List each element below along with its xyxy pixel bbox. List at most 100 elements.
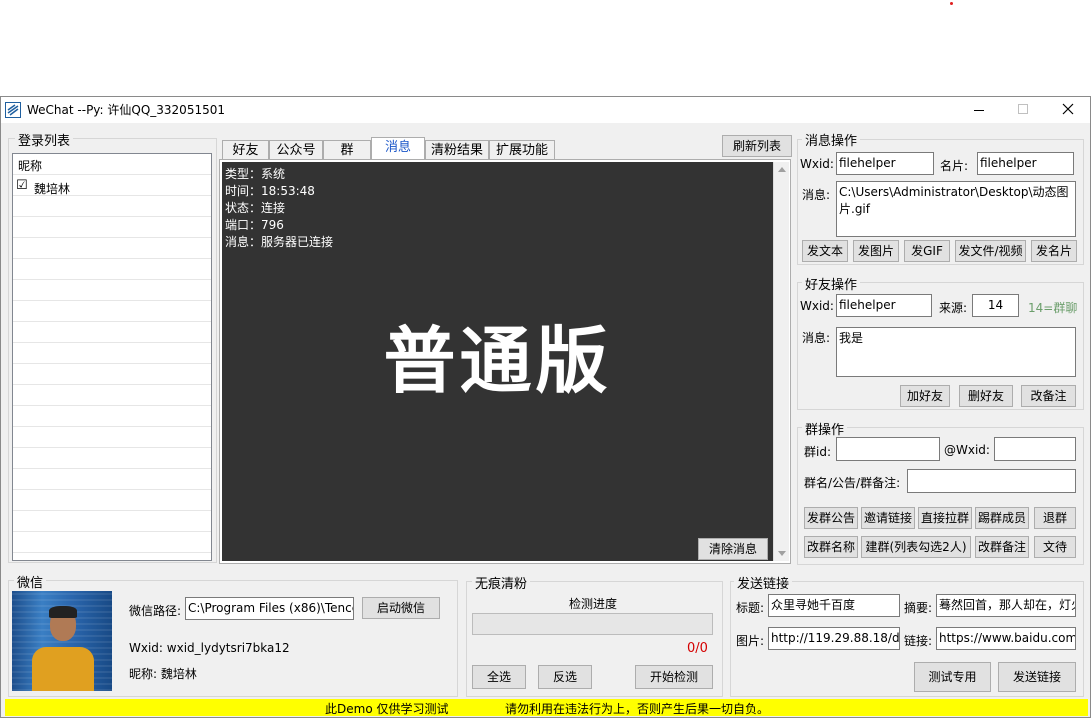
link-title-label: 标题:: [736, 601, 765, 615]
send-link-button[interactable]: 发送链接: [998, 662, 1076, 692]
rename-group-button[interactable]: 改群名称: [804, 536, 858, 558]
tab-extensions[interactable]: 扩展功能: [489, 140, 555, 160]
maximize-button[interactable]: [1003, 97, 1043, 123]
group-name-label: 群名/公告/群备注:: [804, 476, 901, 490]
test-only-button[interactable]: 测试专用: [914, 662, 991, 692]
source-input[interactable]: 14: [972, 294, 1019, 317]
refresh-list-button[interactable]: 刷新列表: [722, 135, 792, 157]
image-url-label: 图片:: [736, 634, 765, 648]
wxid-info: Wxid: wxid_lydytsri7bka12: [129, 641, 290, 655]
quit-group-button[interactable]: 退群: [1034, 507, 1076, 529]
maximize-icon: [1018, 104, 1028, 114]
msg-content-label: 消息:: [802, 188, 831, 202]
nickname-info: 昵称: 魏培林: [129, 667, 197, 681]
tab-official-accounts[interactable]: 公众号: [269, 140, 323, 160]
progress-bar: [472, 613, 713, 635]
wechat-title: 微信: [14, 572, 47, 591]
delete-friend-button[interactable]: 删好友: [959, 385, 1013, 407]
kick-member-button[interactable]: 踢群成员: [975, 507, 1029, 529]
tab-messages[interactable]: 消息: [371, 137, 425, 160]
msg-content-input[interactable]: C:\Users\Administrator\Desktop\动态图片.gif: [836, 181, 1076, 237]
select-all-button[interactable]: 全选: [472, 665, 526, 689]
invert-selection-button[interactable]: 反选: [538, 665, 592, 689]
friend-ops-title: 好友操作: [802, 274, 861, 293]
title-bar: WeChat --Py: 许仙QQ_332051501: [1, 97, 1090, 123]
add-friend-button[interactable]: 加好友: [900, 385, 950, 407]
message-log[interactable]: 类型：系统 时间：18:53:48 状态：连接 端口：796 消息：服务器已连接…: [222, 162, 773, 561]
friend-wxid-label: Wxid:: [800, 299, 834, 313]
start-wechat-button[interactable]: 启动微信: [362, 597, 440, 619]
link-url-input[interactable]: https://www.baidu.com/: [936, 627, 1076, 650]
send-link-title: 发送链接: [734, 573, 793, 592]
tab-label: 群: [340, 143, 354, 158]
card-label: 名片:: [940, 159, 969, 173]
link-url-label: 链接:: [904, 634, 933, 648]
group-name-input[interactable]: [907, 469, 1076, 493]
groupid-label: 群id:: [804, 445, 831, 459]
status-demo-text: 此Demo 仅供学习测试: [325, 702, 449, 716]
watermark: 普通版: [383, 319, 612, 403]
clean-title: 无痕清粉: [472, 573, 531, 592]
stray-dot: [950, 2, 953, 5]
tab-label: 消息: [384, 140, 411, 155]
edit-remark-button[interactable]: 改备注: [1021, 385, 1076, 407]
msg-wxid-label: Wxid:: [800, 157, 834, 171]
clear-messages-button[interactable]: 清除消息: [698, 538, 768, 560]
friend-wxid-input[interactable]: filehelper: [836, 294, 932, 317]
wechat-path-input[interactable]: C:\Program Files (x86)\Tencent: [185, 597, 354, 620]
link-title-input[interactable]: 众里寻她千百度: [768, 594, 900, 617]
groupid-input[interactable]: [836, 437, 940, 461]
tab-clean-results[interactable]: 清粉结果: [425, 140, 489, 160]
msg-wxid-input[interactable]: filehelper: [836, 152, 934, 175]
group-ops-title: 群操作: [802, 419, 848, 438]
start-detect-button[interactable]: 开始检测: [635, 665, 713, 689]
status-bar: 此Demo 仅供学习测试 请勿利用在违法行为上，否则产生后果一切自负。: [5, 699, 1088, 716]
log-line: 端口：796: [225, 218, 284, 232]
at-wxid-input[interactable]: [994, 437, 1076, 461]
log-line: 消息：服务器已连接: [225, 235, 334, 249]
scroll-up-icon[interactable]: [778, 167, 786, 172]
message-ops-title: 消息操作: [802, 130, 861, 149]
progress-label: 检测进度: [569, 597, 618, 611]
log-line: 类型：系统: [225, 167, 286, 181]
summary-input[interactable]: 蓦然回首，那人却在，灯火阑珊处: [936, 594, 1076, 617]
invite-link-button[interactable]: 邀请链接: [861, 507, 915, 529]
scroll-down-icon[interactable]: [778, 551, 786, 556]
friend-msg-label: 消息:: [802, 331, 831, 345]
send-image-button[interactable]: 发图片: [853, 240, 899, 262]
at-wxid-label: @Wxid:: [944, 443, 990, 457]
minimize-button[interactable]: [959, 97, 999, 123]
create-group-button[interactable]: 建群(列表勾选2人): [861, 536, 971, 558]
card-input[interactable]: filehelper: [977, 152, 1074, 175]
wechat-path-label: 微信路径:: [129, 604, 182, 618]
list-header-nickname: 昵称: [18, 159, 43, 173]
post-announcement-button[interactable]: 发群公告: [804, 507, 858, 529]
minimize-icon: [974, 110, 984, 111]
tab-groups[interactable]: 群: [323, 140, 371, 160]
direct-pull-button[interactable]: 直接拉群: [918, 507, 972, 529]
image-url-input[interactable]: http://119.29.88.18/dog.jpg: [768, 627, 900, 650]
tab-label: 扩展功能: [495, 143, 548, 158]
log-scrollbar[interactable]: [773, 162, 789, 561]
send-text-button[interactable]: 发文本: [802, 240, 848, 262]
tab-friends[interactable]: 好友: [222, 140, 269, 160]
user-name: 魏培林: [34, 182, 71, 196]
avatar: [12, 591, 112, 691]
send-card-button[interactable]: 发名片: [1031, 240, 1077, 262]
tab-label: 公众号: [276, 143, 316, 158]
tab-label: 好友: [232, 143, 259, 158]
source-hint: 14=群聊: [1028, 301, 1078, 315]
login-list[interactable]: 昵称 ☑ 魏培林: [12, 153, 212, 561]
pending-button[interactable]: 文待: [1034, 536, 1076, 558]
log-line: 状态：连接: [225, 201, 286, 215]
window-title: WeChat --Py: 许仙QQ_332051501: [27, 103, 225, 117]
main-window: WeChat --Py: 许仙QQ_332051501 登录列表 昵称 ☑ 魏培…: [0, 96, 1091, 718]
friend-msg-input[interactable]: 我是: [836, 327, 1076, 377]
summary-label: 摘要:: [904, 601, 933, 615]
send-file-video-button[interactable]: 发文件/视频: [955, 240, 1026, 262]
user-checkbox[interactable]: ☑: [16, 178, 28, 193]
group-remark-button[interactable]: 改群备注: [975, 536, 1029, 558]
close-icon[interactable]: [1062, 103, 1074, 115]
send-gif-button[interactable]: 发GIF: [904, 240, 950, 262]
app-icon: [5, 102, 21, 118]
